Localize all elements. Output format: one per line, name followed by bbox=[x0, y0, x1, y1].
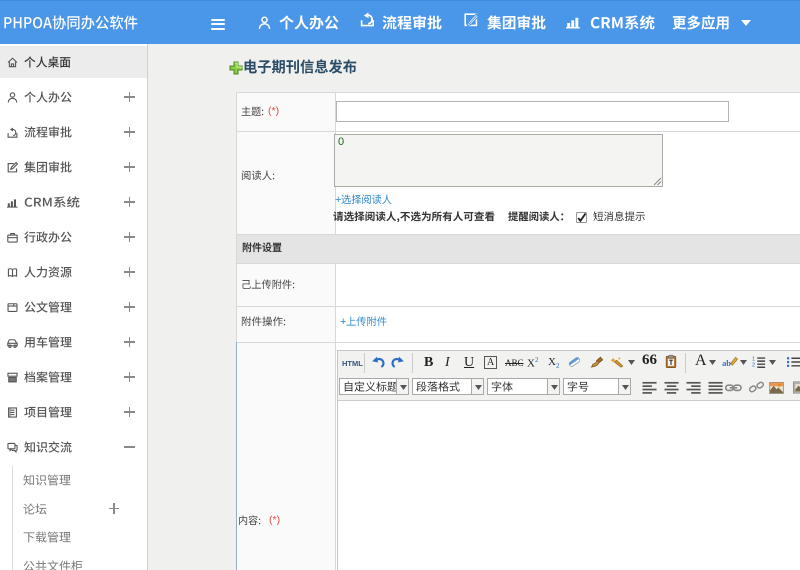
svg-text:2: 2 bbox=[752, 362, 755, 368]
svg-text:ab: ab bbox=[722, 359, 731, 368]
svg-text:1: 1 bbox=[752, 356, 755, 362]
